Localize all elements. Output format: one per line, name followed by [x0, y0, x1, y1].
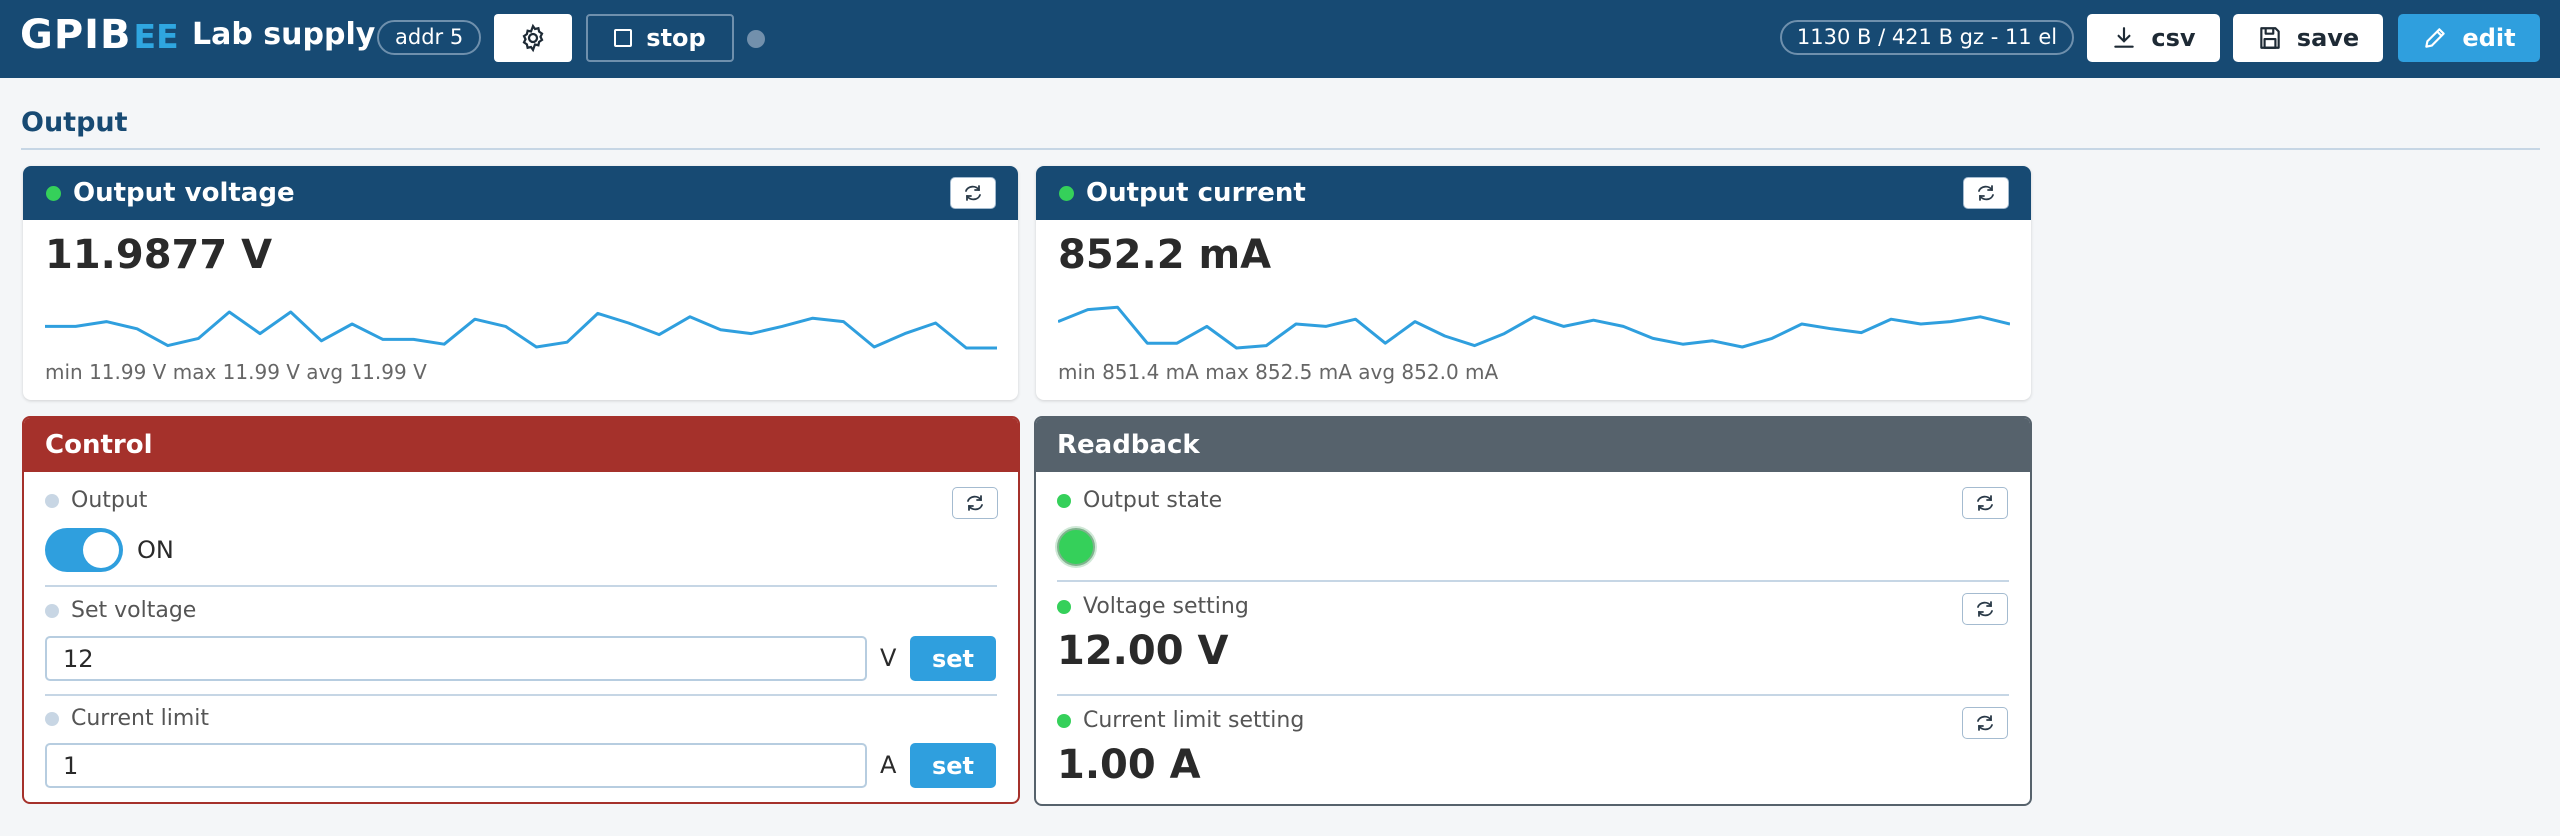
status-dot	[45, 711, 59, 726]
refresh-button[interactable]	[1963, 177, 2009, 209]
floppy-disk-icon	[2260, 27, 2280, 49]
stop-button[interactable]: stop	[586, 14, 734, 62]
status-dot	[1057, 493, 1071, 508]
connection-status-dot	[747, 30, 765, 48]
current-limit-input[interactable]	[45, 743, 867, 788]
save-button[interactable]: save	[2233, 14, 2383, 62]
control-title: Control	[45, 430, 153, 460]
output-current-title: Output current	[1086, 178, 1306, 208]
row-divider	[45, 694, 997, 696]
section-title: Output	[21, 107, 128, 138]
stop-label: stop	[646, 24, 706, 52]
voltage-unit: V	[880, 644, 897, 672]
output-voltage-header: Output voltage	[23, 166, 1018, 220]
live-status-dot	[1059, 185, 1074, 201]
current-limit-setting-label: Current limit setting	[1083, 708, 1305, 733]
output-state-indicator	[1057, 528, 1095, 566]
voltage-setting-refresh-button[interactable]	[1962, 593, 2008, 625]
edit-button[interactable]: edit	[2398, 14, 2540, 62]
output-state-label: Output state	[1083, 488, 1223, 513]
refresh-icon	[1977, 495, 1993, 511]
row-divider	[45, 585, 997, 587]
address-badge: addr 5	[377, 20, 482, 55]
control-card: Control Output ON Set voltage V set Curr…	[22, 416, 1020, 804]
brand-suffix: EE	[133, 17, 179, 56]
settings-button[interactable]	[494, 14, 572, 62]
voltage-setting-label-row: Voltage setting	[1057, 594, 1249, 619]
toggle-knob	[83, 532, 119, 568]
refresh-icon	[1977, 601, 1993, 617]
output-refresh-button[interactable]	[952, 487, 998, 519]
output-label: Output	[71, 488, 148, 513]
brand-main: GPIB	[20, 12, 132, 58]
output-state-label-row: Output state	[1057, 488, 1222, 513]
current-limit-setting-value: 1.00 A	[1057, 742, 1201, 788]
set-voltage-input[interactable]	[45, 636, 867, 681]
save-label: save	[2296, 24, 2360, 52]
csv-button[interactable]: csv	[2087, 14, 2220, 62]
output-voltage-value: 11.9877 V	[45, 232, 273, 278]
edit-label: edit	[2462, 24, 2516, 52]
set-voltage-button[interactable]: set	[910, 636, 996, 681]
set-current-limit-button[interactable]: set	[910, 743, 996, 788]
sparkline-series	[45, 310, 997, 350]
refresh-icon	[965, 185, 981, 201]
csv-label: csv	[2151, 24, 2196, 52]
output-current-sparkline	[1058, 305, 2010, 350]
readback-header: Readback	[1036, 418, 2030, 472]
set-voltage-label-row: Set voltage	[45, 598, 196, 623]
output-voltage-card: Output voltage 11.9877 V min 11.99 V max…	[23, 166, 1018, 400]
status-dot	[45, 603, 59, 618]
page-title: Lab supply	[192, 17, 376, 52]
status-dot	[45, 493, 59, 508]
output-current-stats: min 851.4 mA max 852.5 mA avg 852.0 mA	[1058, 360, 1499, 384]
refresh-icon	[967, 495, 983, 511]
stop-icon	[614, 29, 633, 47]
top-bar: GPIB EE Lab supply addr 5 stop 1130 B / …	[0, 0, 2560, 78]
readback-title: Readback	[1057, 430, 1200, 460]
output-current-header: Output current	[1036, 166, 2031, 220]
row-divider	[1057, 694, 2009, 696]
output-toggle[interactable]	[45, 528, 123, 572]
output-current-card: Output current 852.2 mA min 851.4 mA max…	[1036, 166, 2031, 400]
voltage-setting-value: 12.00 V	[1057, 628, 1229, 674]
output-state-text: ON	[137, 536, 174, 564]
output-row-label: Output	[45, 488, 147, 513]
output-voltage-stats: min 11.99 V max 11.99 V avg 11.99 V	[45, 360, 427, 384]
row-divider	[1057, 580, 2009, 582]
section-divider	[21, 148, 2540, 150]
live-status-dot	[46, 185, 61, 201]
current-limit-setting-refresh-button[interactable]	[1962, 707, 2008, 739]
download-icon	[2114, 27, 2135, 48]
control-header: Control	[24, 418, 1018, 472]
current-unit: A	[880, 751, 897, 779]
output-state-refresh-button[interactable]	[1962, 487, 2008, 519]
current-limit-setting-label-row: Current limit setting	[1057, 708, 1304, 733]
sparkline-series	[1058, 305, 2010, 350]
output-voltage-title: Output voltage	[73, 178, 295, 208]
output-voltage-sparkline	[45, 310, 997, 350]
pencil-icon	[2425, 28, 2446, 48]
output-current-value: 852.2 mA	[1058, 232, 1272, 278]
status-dot	[1057, 713, 1071, 728]
readback-card: Readback Output state Voltage setting 12…	[1034, 416, 2032, 806]
current-limit-label-row: Current limit	[45, 706, 209, 731]
stats-badge: 1130 B / 421 B gz - 11 el	[1780, 20, 2074, 55]
voltage-setting-label: Voltage setting	[1083, 594, 1249, 619]
refresh-button[interactable]	[950, 177, 996, 209]
status-dot	[1057, 599, 1071, 614]
app-logo: GPIB EE	[20, 12, 179, 62]
set-voltage-label: Set voltage	[71, 598, 197, 623]
current-limit-label: Current limit	[71, 706, 210, 731]
refresh-icon	[1977, 715, 1993, 731]
refresh-icon	[1978, 185, 1994, 201]
gear-icon	[522, 23, 544, 53]
